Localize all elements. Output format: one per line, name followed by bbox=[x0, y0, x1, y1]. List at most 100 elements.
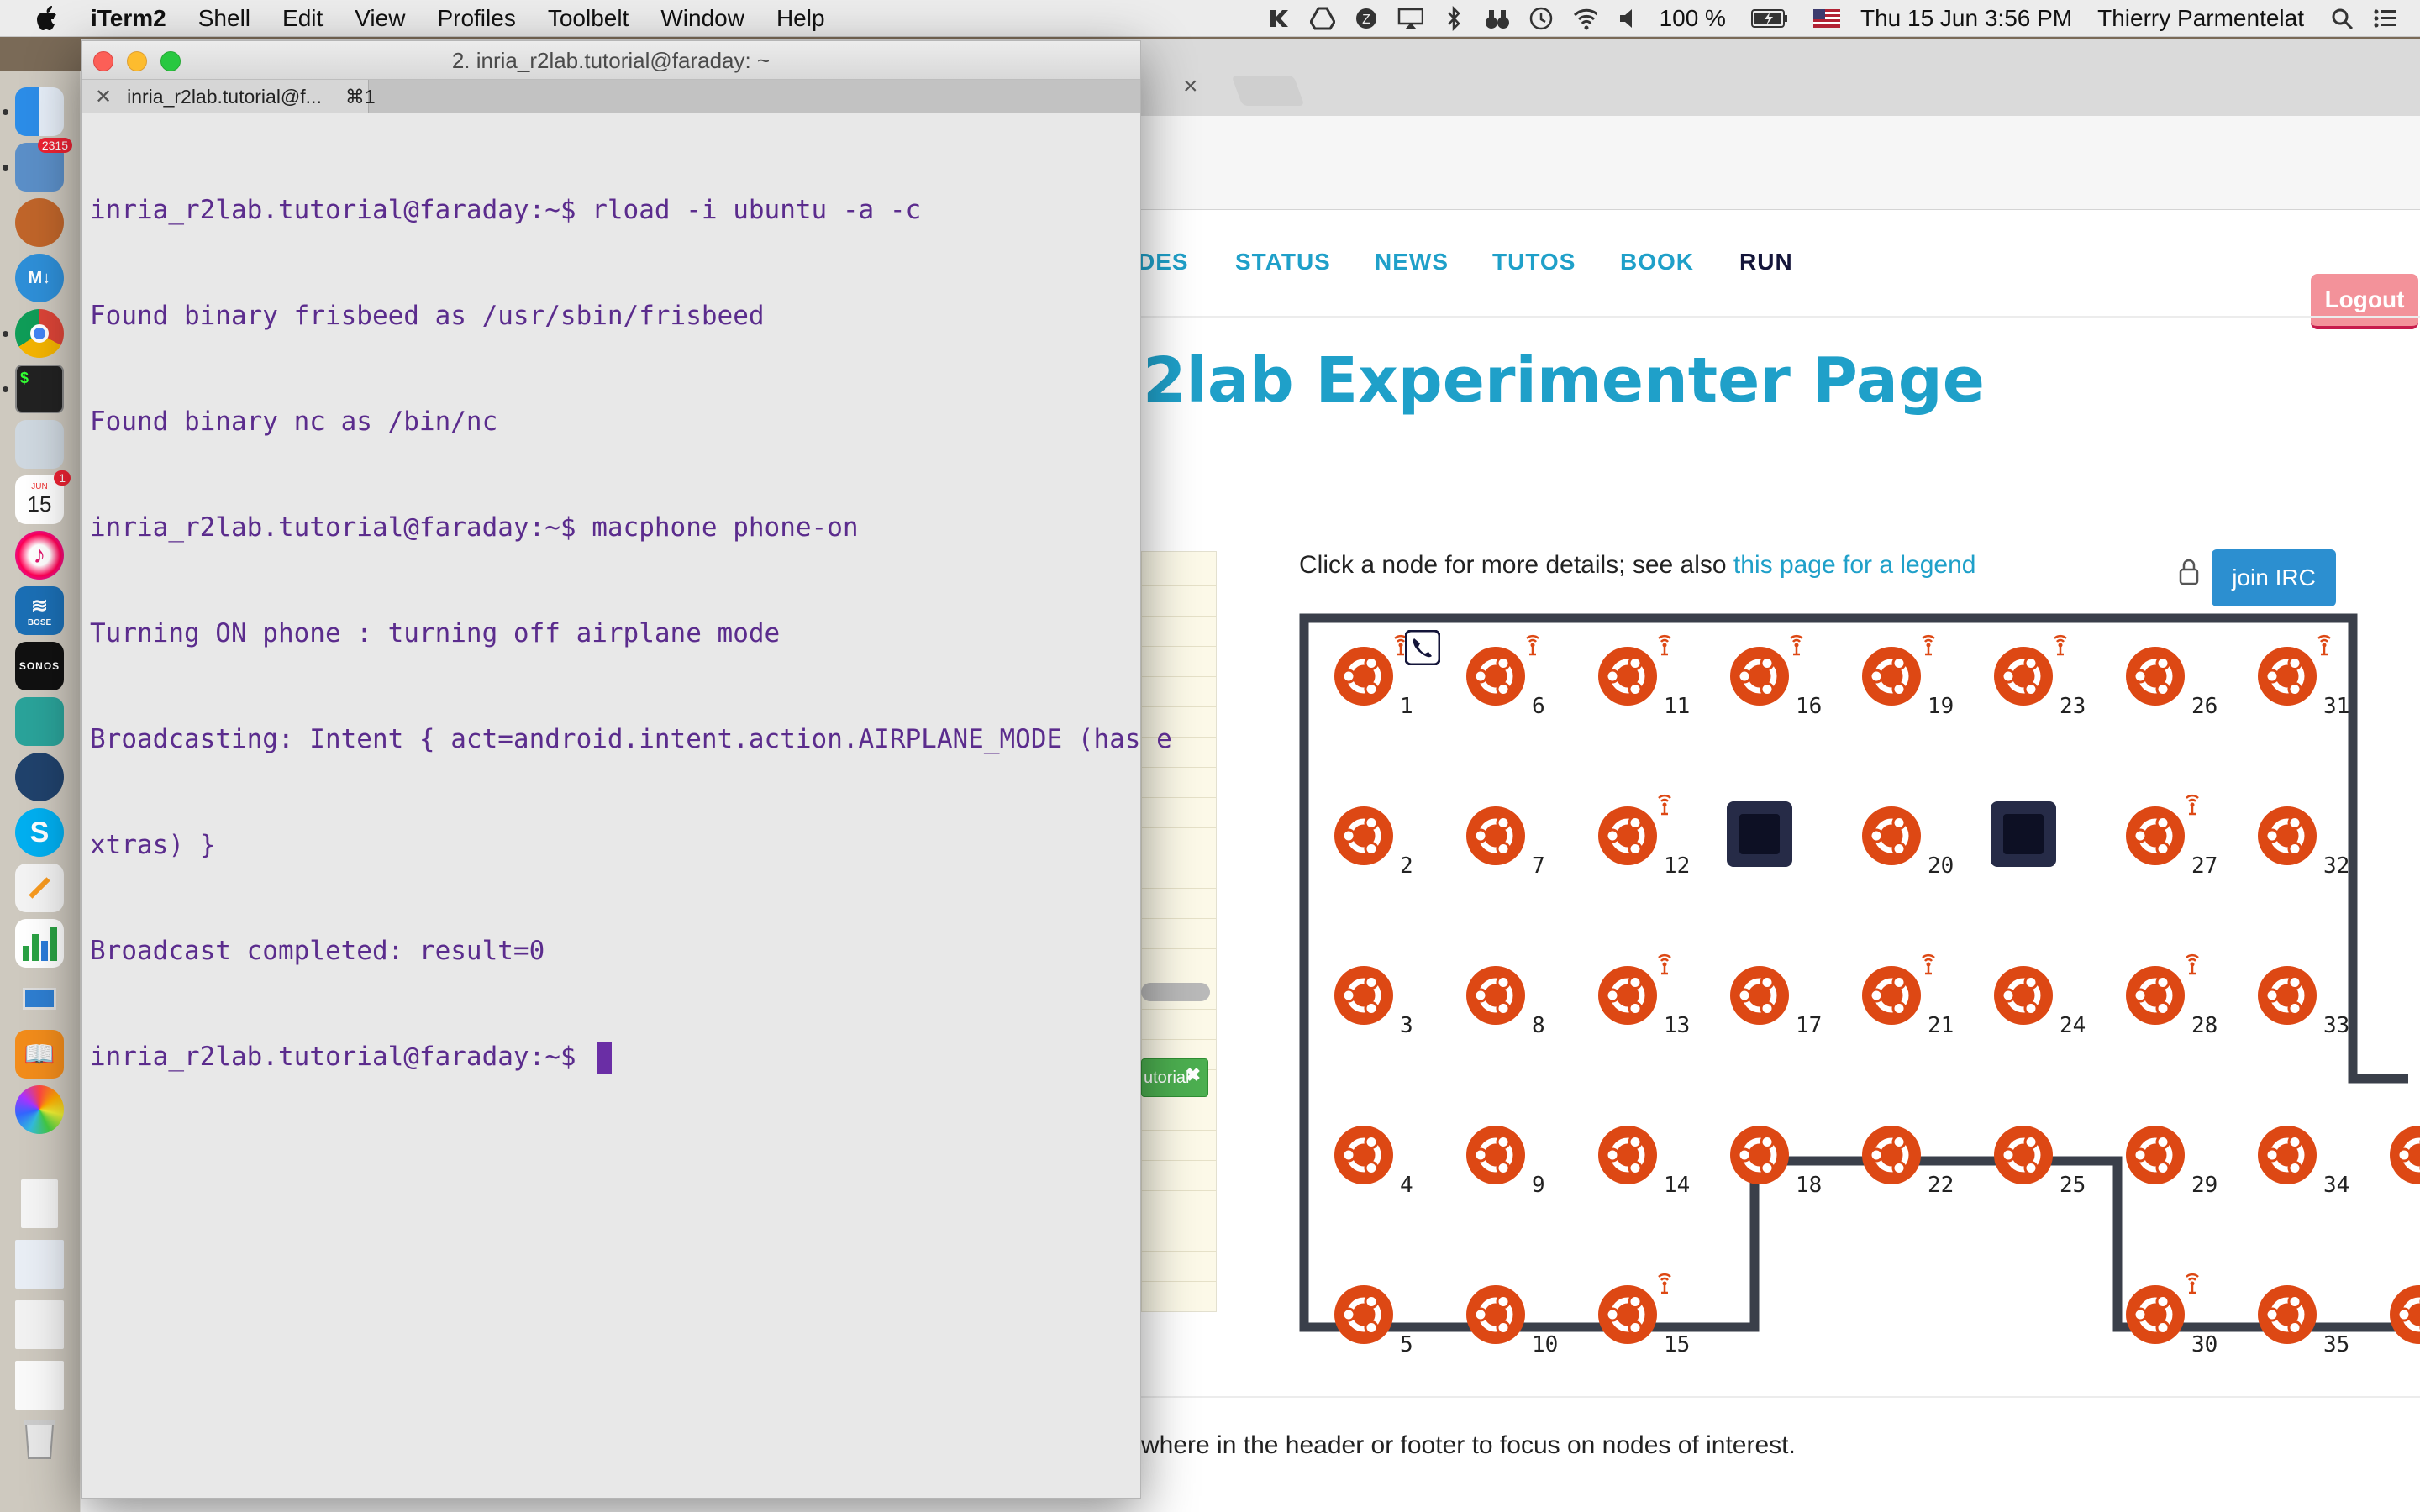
spotlight-icon[interactable] bbox=[2329, 6, 2354, 31]
node-3[interactable]: 3 bbox=[1333, 964, 1413, 1038]
dock-iterm[interactable]: $ bbox=[12, 365, 67, 413]
node-5[interactable]: 5 bbox=[1333, 1284, 1413, 1357]
node-6[interactable]: 6 bbox=[1465, 634, 1545, 719]
menu-view[interactable]: View bbox=[355, 5, 405, 32]
node-10[interactable]: 10 bbox=[1465, 1284, 1558, 1357]
menu-profiles[interactable]: Profiles bbox=[437, 5, 515, 32]
dock-bose[interactable]: ≋ BOSE bbox=[12, 586, 67, 635]
offline-node[interactable] bbox=[1991, 801, 2056, 867]
node-15[interactable]: 15 bbox=[1597, 1273, 1690, 1357]
klokki-icon[interactable] bbox=[1266, 6, 1292, 31]
legend-link[interactable]: this page for a legend bbox=[1733, 551, 1976, 579]
wifi-icon[interactable] bbox=[1572, 6, 1597, 31]
dock-markdown[interactable]: M↓ bbox=[12, 254, 67, 302]
node-25[interactable]: 25 bbox=[1992, 1124, 2086, 1198]
node-16[interactable]: 16 bbox=[1728, 634, 1822, 719]
dock-finder[interactable] bbox=[12, 87, 67, 136]
dock-pages[interactable] bbox=[12, 864, 67, 912]
time-machine-icon[interactable] bbox=[1528, 6, 1554, 31]
lock-icon[interactable] bbox=[2178, 558, 2200, 586]
nav-tutos[interactable]: TUTOS bbox=[1492, 249, 1576, 276]
menu-edit[interactable]: Edit bbox=[282, 5, 323, 32]
node-23[interactable]: 23 bbox=[1992, 634, 2086, 719]
bluetooth-icon[interactable] bbox=[1441, 6, 1466, 31]
tab-close-icon[interactable]: ✕ bbox=[95, 85, 112, 109]
node-13[interactable]: 13 bbox=[1597, 953, 1690, 1038]
dock-itunes[interactable]: ♪ bbox=[12, 531, 67, 580]
binoculars-icon[interactable] bbox=[1485, 6, 1510, 31]
dock-mail[interactable]: 2315 bbox=[12, 138, 72, 192]
terminal-tab[interactable]: ✕ inria_r2lab.tutorial@f... ⌘1 bbox=[82, 80, 376, 113]
node-4[interactable]: 4 bbox=[1333, 1124, 1413, 1198]
scheduler-scrollbar[interactable] bbox=[1141, 983, 1210, 1001]
node-31[interactable]: 31 bbox=[2256, 634, 2349, 719]
phone-icon[interactable] bbox=[1405, 630, 1440, 665]
node-35[interactable]: 35 bbox=[2256, 1284, 2349, 1357]
dock-keynote[interactable] bbox=[12, 974, 67, 1023]
dock-preview[interactable] bbox=[12, 420, 67, 469]
scheduler-panel[interactable] bbox=[1141, 551, 1217, 1312]
menu-shell[interactable]: Shell bbox=[198, 5, 250, 32]
node-20[interactable]: 20 bbox=[1860, 805, 1954, 879]
new-tab-button[interactable] bbox=[1231, 76, 1305, 106]
booking-slot[interactable]: utorial ✖ bbox=[1141, 1058, 1208, 1097]
dock-ibooks[interactable]: 📖 bbox=[12, 1030, 67, 1079]
dock-sonos[interactable]: SONOS bbox=[12, 642, 67, 690]
booking-slot-remove-icon[interactable]: ✖ bbox=[1186, 1064, 1201, 1086]
nav-news[interactable]: NEWS bbox=[1375, 249, 1449, 276]
node-29[interactable]: 29 bbox=[2124, 1124, 2217, 1198]
node-32[interactable]: 32 bbox=[2256, 805, 2349, 879]
node-7[interactable]: 7 bbox=[1465, 805, 1545, 879]
app-menu[interactable]: iTerm2 bbox=[91, 5, 166, 32]
node-12[interactable]: 12 bbox=[1597, 794, 1690, 879]
node-19[interactable]: 19 bbox=[1860, 634, 1954, 719]
dock-calendar[interactable]: JUN 15 1 bbox=[12, 470, 71, 524]
node-14[interactable]: 14 bbox=[1597, 1124, 1690, 1198]
node-18[interactable]: 18 bbox=[1728, 1124, 1822, 1198]
terminal-titlebar[interactable]: 2. inria_r2lab.tutorial@faraday: ~ bbox=[82, 41, 1140, 80]
node-24[interactable]: 24 bbox=[1992, 964, 2086, 1038]
dock-document-1[interactable] bbox=[12, 1240, 67, 1289]
join-irc-button[interactable]: join IRC bbox=[2212, 549, 2336, 606]
node-2[interactable]: 2 bbox=[1333, 805, 1413, 879]
nav-status[interactable]: STATUS bbox=[1235, 249, 1331, 276]
dock-thunderbird[interactable] bbox=[12, 198, 67, 247]
node-27[interactable]: 27 bbox=[2124, 794, 2217, 879]
drive-icon[interactable] bbox=[1309, 6, 1335, 31]
dock-virtualbox[interactable] bbox=[12, 697, 67, 746]
node-22[interactable]: 22 bbox=[1860, 1124, 1954, 1198]
node-26[interactable]: 26 bbox=[2124, 645, 2217, 719]
airplay-icon[interactable] bbox=[1397, 6, 1423, 31]
dock-trash[interactable] bbox=[12, 1415, 67, 1463]
menu-window[interactable]: Window bbox=[660, 5, 744, 32]
node-30[interactable]: 30 bbox=[2124, 1273, 2217, 1357]
user-name[interactable]: Thierry Parmentelat bbox=[2097, 5, 2304, 32]
dock-numbers[interactable] bbox=[12, 919, 67, 968]
browser-tab-close-button[interactable]: × bbox=[1183, 72, 1198, 101]
flag-us-icon[interactable] bbox=[1812, 6, 1840, 31]
node-21[interactable]: 21 bbox=[1860, 953, 1954, 1038]
nav-book[interactable]: BOOK bbox=[1620, 249, 1694, 276]
clock[interactable]: Thu 15 Jun 3:56 PM bbox=[1860, 5, 2072, 32]
zotero-icon[interactable]: Z bbox=[1354, 6, 1379, 31]
dock-photos[interactable] bbox=[12, 1085, 67, 1134]
node-1[interactable]: 1 bbox=[1333, 634, 1413, 719]
menu-toolbelt[interactable]: Toolbelt bbox=[548, 5, 629, 32]
notification-center-icon[interactable] bbox=[2373, 6, 2398, 31]
nav-nodes[interactable]: DES bbox=[1138, 249, 1189, 276]
node-34[interactable]: 34 bbox=[2256, 1124, 2349, 1198]
node-11[interactable]: 11 bbox=[1597, 634, 1690, 719]
node-37[interactable]: 37 bbox=[2388, 1284, 2420, 1351]
volume-icon[interactable] bbox=[1616, 6, 1641, 31]
nav-run[interactable]: RUN bbox=[1739, 249, 1793, 276]
node-17[interactable]: 17 bbox=[1728, 964, 1822, 1038]
dock-skype[interactable]: S bbox=[12, 808, 67, 857]
terminal-output[interactable]: inria_r2lab.tutorial@faraday:~$ rload -i… bbox=[90, 122, 1172, 1145]
logout-button[interactable]: Logout bbox=[2311, 274, 2418, 329]
dock-downloads[interactable] bbox=[12, 1361, 67, 1410]
node-28[interactable]: 28 bbox=[2124, 953, 2217, 1038]
dock-sourcetree[interactable] bbox=[12, 753, 67, 801]
offline-node[interactable] bbox=[1727, 801, 1792, 867]
dock-file-zip[interactable] bbox=[12, 1179, 67, 1228]
node-36[interactable]: 36 bbox=[2388, 1124, 2420, 1191]
